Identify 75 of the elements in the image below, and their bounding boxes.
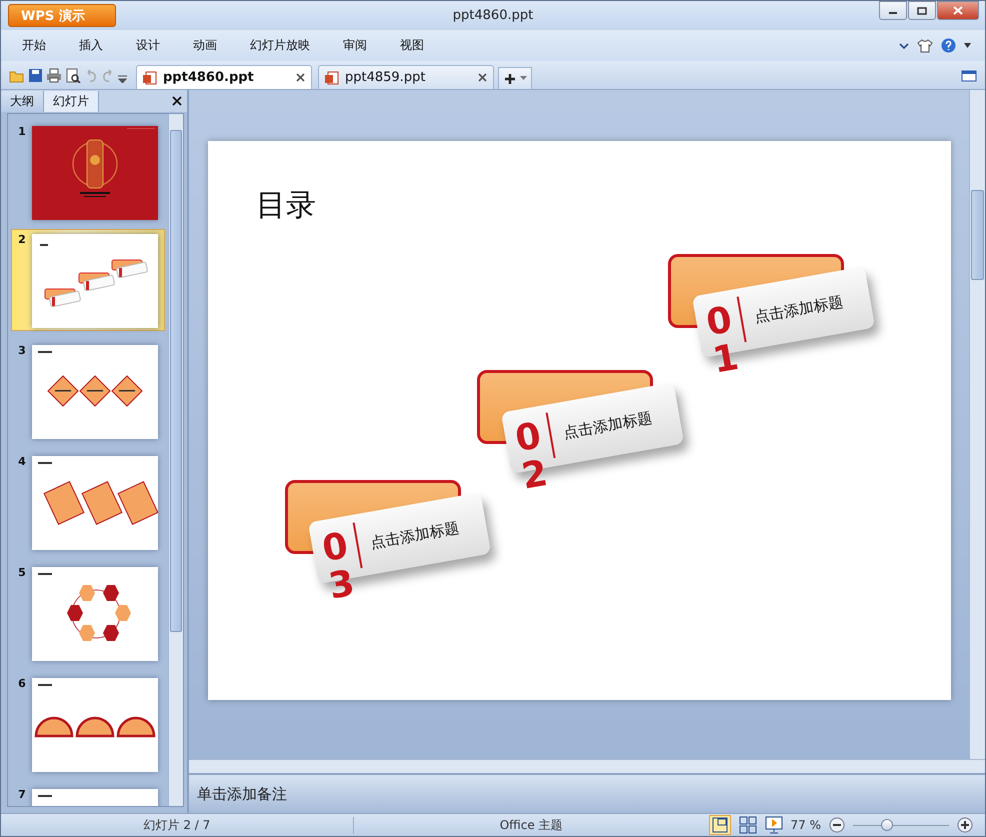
chevron-icon[interactable] <box>899 42 909 50</box>
grid-view-icon[interactable] <box>738 816 756 834</box>
slide-number: 6 <box>17 677 27 690</box>
document-tab[interactable]: ppt4859.ppt <box>318 65 494 89</box>
caret-icon[interactable] <box>964 43 971 48</box>
zoom-out-button[interactable] <box>829 817 845 833</box>
panel-toggle-icon[interactable] <box>961 70 977 82</box>
theme-name: Office 主题 <box>498 816 564 834</box>
close-button[interactable] <box>937 1 979 20</box>
new-tab-button[interactable] <box>498 67 532 89</box>
placeholder-heading[interactable]: 点击添加标题 <box>368 518 461 552</box>
number-label: 01 <box>704 301 742 380</box>
close-icon[interactable] <box>296 73 305 82</box>
cover-slide-thumbnail[interactable] <box>32 126 158 220</box>
caret-icon <box>520 76 526 81</box>
slide-thumbnail[interactable] <box>32 456 158 550</box>
scrollbar[interactable] <box>969 90 985 759</box>
minimize-button[interactable] <box>879 1 907 20</box>
number-label: 03 <box>320 527 358 606</box>
slide-number: 5 <box>17 566 27 579</box>
presentation-file-icon <box>325 70 339 84</box>
panel-tab[interactable]: 大纲 <box>1 91 44 112</box>
window-title: ppt4860.ppt <box>452 8 534 23</box>
slide-thumbnail-row[interactable]: 4 <box>11 451 165 550</box>
plus-icon <box>504 72 516 84</box>
slide-number: 7 <box>17 788 27 801</box>
shirt-icon[interactable] <box>917 38 933 52</box>
zoom-in-button[interactable] <box>957 817 973 833</box>
placeholder-heading[interactable]: 点击添加标题 <box>752 292 845 326</box>
normal-view-icon[interactable] <box>708 815 730 835</box>
menu-item[interactable]: 动画 <box>182 37 228 54</box>
maximize-button[interactable] <box>908 1 936 20</box>
close-icon <box>953 6 963 15</box>
slide-thumbnail-row[interactable]: 6 <box>11 673 165 772</box>
document-tab[interactable]: ppt4860.ppt <box>136 65 312 89</box>
slide-counter: 幻灯片 2 / 7 <box>1 816 354 834</box>
slide-thumbnail[interactable] <box>32 345 158 439</box>
menu-item[interactable]: 幻灯片放映 <box>239 37 321 54</box>
menu-item[interactable]: 设计 <box>125 37 171 54</box>
caret-icon[interactable] <box>118 75 127 83</box>
scrollbar[interactable] <box>168 114 183 806</box>
menu-item[interactable]: 视图 <box>389 37 435 54</box>
slide-number: 2 <box>17 233 27 246</box>
slide-thumbnail[interactable] <box>32 678 158 772</box>
slide-canvas[interactable]: 目录 点击添加标题 01 点击添加标题 02 点击添加标题 03 <box>208 141 951 700</box>
print-icon[interactable] <box>46 68 62 83</box>
number-label: 02 <box>512 417 551 496</box>
notes-field[interactable]: 单击添加备注 <box>189 773 985 813</box>
menu-item[interactable]: 插入 <box>68 37 114 54</box>
slide-thumbnail[interactable] <box>32 567 158 661</box>
menu-item[interactable]: 开始 <box>11 37 57 54</box>
slide-number: 1 <box>17 125 27 138</box>
print-preview-icon[interactable] <box>65 68 81 83</box>
slide-thumbnail-row[interactable]: 2 <box>11 229 165 331</box>
slide-thumbnail-row[interactable]: 5 <box>11 562 165 661</box>
slide-thumbnail[interactable] <box>32 234 158 328</box>
horizontal-scrollbar[interactable] <box>189 759 985 773</box>
placeholder-heading[interactable]: 点击添加标题 <box>562 408 654 442</box>
menu-item[interactable]: 审阅 <box>332 37 378 54</box>
zoom-slider-thumb[interactable] <box>880 818 893 830</box>
help-icon[interactable] <box>941 38 956 53</box>
zoom-percentage: 77 % <box>790 818 821 832</box>
slide-thumbnail-row[interactable]: 7 <box>11 784 165 806</box>
slide-thumbnail-row[interactable]: 1 <box>11 121 165 220</box>
slide-thumbnail-row[interactable]: 3 <box>11 340 165 439</box>
panel-tab[interactable]: 幻灯片 <box>44 91 99 112</box>
slide-number: 3 <box>17 344 27 357</box>
presentation-file-icon <box>143 70 157 84</box>
close-icon[interactable] <box>478 73 487 82</box>
slide-title: 目录 <box>256 187 316 225</box>
close-icon[interactable] <box>172 96 182 106</box>
save-icon[interactable] <box>28 68 43 83</box>
slide-number: 4 <box>17 455 27 468</box>
maximize-icon <box>917 6 927 14</box>
slideshow-icon[interactable] <box>764 816 782 834</box>
